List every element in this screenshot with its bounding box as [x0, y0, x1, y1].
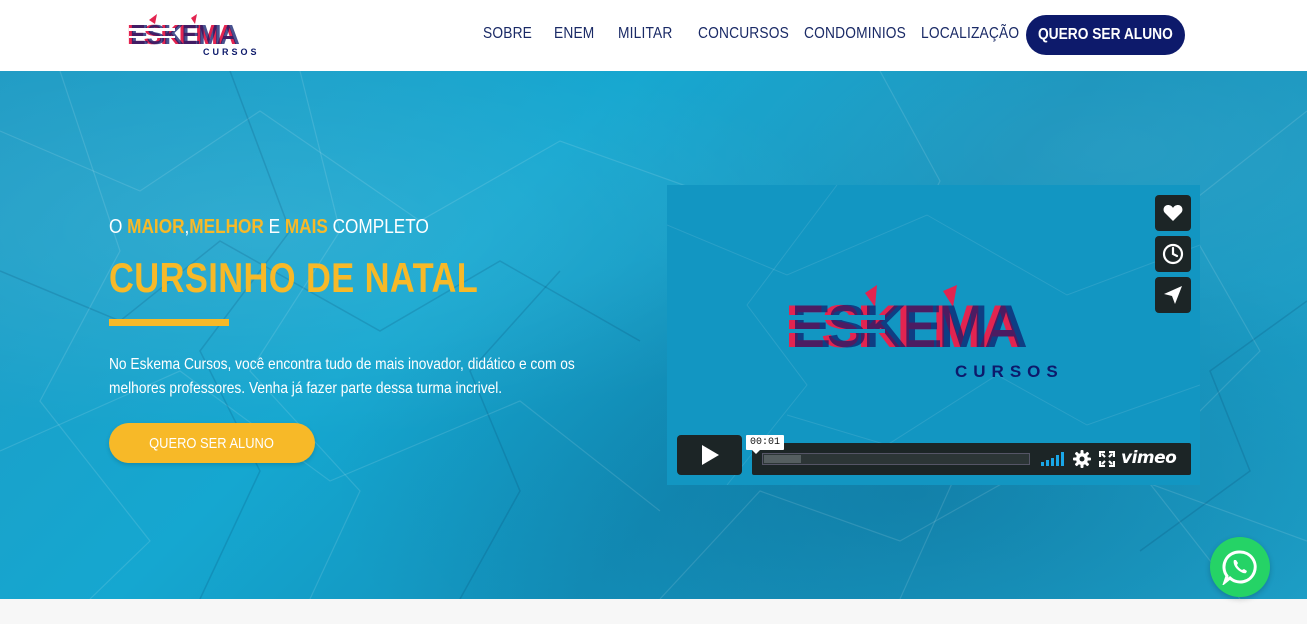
- play-button[interactable]: [677, 435, 742, 475]
- watch-later-button[interactable]: [1155, 236, 1191, 272]
- nav-item-sobre[interactable]: SOBRE: [483, 25, 532, 43]
- nav-item-militar[interactable]: MILITAR: [618, 25, 672, 43]
- whatsapp-button[interactable]: [1210, 537, 1270, 597]
- kicker-highlight-maior: MAIOR: [127, 216, 185, 238]
- video-player[interactable]: ESKEMA ESKEMA CURSOS vimeo 00:01: [667, 185, 1200, 485]
- quero-ser-aluno-hero-button[interactable]: QUERO SER ALUNO: [109, 423, 315, 463]
- svg-text:ESKEMA: ESKEMA: [791, 293, 1026, 360]
- fullscreen-icon[interactable]: [1099, 451, 1115, 467]
- quero-ser-aluno-nav-button[interactable]: QUERO SER ALUNO: [1026, 15, 1185, 55]
- nav-cta-label: QUERO SER ALUNO: [1038, 26, 1173, 43]
- kicker-text: E: [263, 216, 285, 238]
- logo[interactable]: ESKEMA ESKEMA CURSOS: [127, 14, 265, 58]
- hero-kicker: O MAIOR,MELHOR E MAIS COMPLETO: [109, 216, 429, 239]
- nav-item-localizacao[interactable]: LOCALIZAÇÃO: [921, 25, 1019, 43]
- share-button[interactable]: [1155, 277, 1191, 313]
- whatsapp-icon: [1222, 550, 1257, 585]
- title-underline: [109, 319, 229, 326]
- progress-bar[interactable]: [762, 453, 1030, 465]
- play-icon: [701, 445, 719, 465]
- site-header: ESKEMA ESKEMA CURSOS SOBRE ENEM MILITAR …: [0, 0, 1307, 71]
- hero-button-label: QUERO SER ALUNO: [149, 434, 275, 452]
- send-icon: [1164, 286, 1182, 304]
- settings-gear-icon[interactable]: [1073, 450, 1091, 468]
- video-controls: vimeo: [752, 443, 1191, 475]
- heart-icon: [1163, 205, 1183, 221]
- svg-text:CURSOS: CURSOS: [203, 47, 260, 57]
- video-logo: ESKEMA ESKEMA CURSOS: [785, 285, 1064, 381]
- progress-fill: [764, 455, 801, 463]
- hero-description: No Eskema Cursos, você encontra tudo de …: [109, 356, 575, 397]
- time-tooltip: 00:01: [746, 435, 785, 454]
- hero-title: CURSINHO DE NATAL: [109, 254, 479, 301]
- nav-item-enem[interactable]: ENEM: [554, 25, 594, 43]
- nav-item-concursos[interactable]: CONCURSOS: [698, 25, 789, 43]
- like-button[interactable]: [1155, 195, 1191, 231]
- hero-section: O MAIOR,MELHOR E MAIS COMPLETO CURSINHO …: [0, 71, 1307, 599]
- kicker-highlight-mais: MAIS: [284, 216, 328, 238]
- volume-icon[interactable]: [1041, 452, 1065, 466]
- kicker-text: O: [109, 216, 128, 238]
- kicker-text: COMPLETO: [327, 216, 429, 238]
- svg-text:CURSOS: CURSOS: [955, 362, 1064, 381]
- kicker-highlight-melhor: MELHOR: [189, 216, 264, 238]
- nav-item-condominios[interactable]: CONDOMINIOS: [804, 25, 906, 43]
- svg-text:ESKEMA: ESKEMA: [130, 19, 240, 50]
- clock-icon: [1162, 243, 1184, 265]
- vimeo-logo[interactable]: vimeo: [1121, 448, 1177, 468]
